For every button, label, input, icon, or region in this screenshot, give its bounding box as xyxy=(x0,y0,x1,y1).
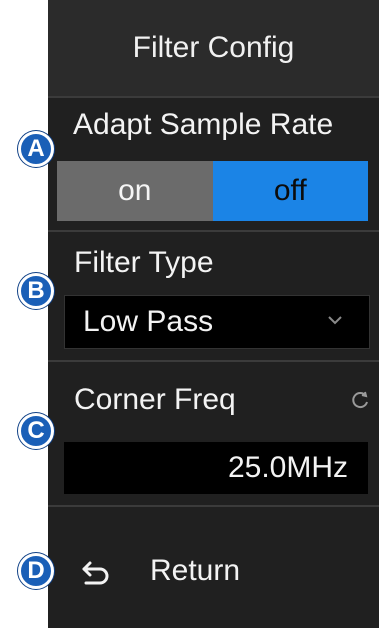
section-divider xyxy=(48,360,379,362)
return-arrow-icon xyxy=(82,561,109,585)
adapt-sample-rate-label: Adapt Sample Rate xyxy=(73,108,334,141)
reset-icon[interactable] xyxy=(350,389,372,411)
filter-type-select[interactable]: Low Pass xyxy=(64,295,370,349)
callout-marker-b: B xyxy=(18,273,54,309)
return-button[interactable]: Return xyxy=(64,536,368,606)
corner-freq-input[interactable]: 25.0MHz xyxy=(64,442,368,494)
adapt-sample-rate-toggle[interactable]: on off xyxy=(57,161,368,221)
section-divider xyxy=(48,505,379,507)
callout-marker-c: C xyxy=(18,413,54,449)
section-divider xyxy=(48,230,379,232)
header-divider xyxy=(48,96,379,98)
chevron-down-icon xyxy=(328,316,342,325)
page-title: Filter Config xyxy=(48,0,379,96)
callout-marker-d: D xyxy=(18,553,54,589)
toggle-option-off[interactable]: off xyxy=(212,161,368,221)
filter-type-label: Filter Type xyxy=(74,246,214,279)
filter-type-value: Low Pass xyxy=(83,305,214,338)
corner-freq-value: 25.0MHz xyxy=(227,451,348,484)
return-label: Return xyxy=(150,554,241,587)
callout-marker-a: A xyxy=(18,131,54,167)
toggle-option-on[interactable]: on xyxy=(57,161,213,221)
corner-freq-label: Corner Freq xyxy=(74,383,236,416)
